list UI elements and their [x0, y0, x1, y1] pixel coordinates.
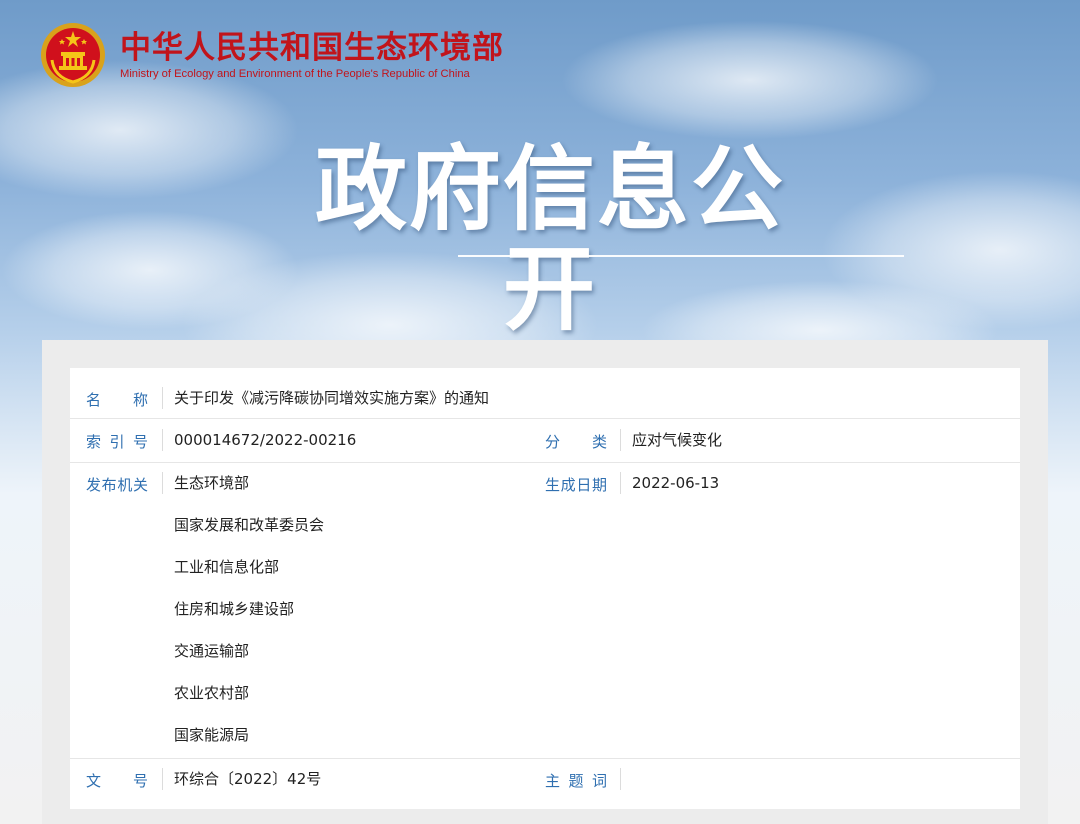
divider [620, 472, 621, 494]
info-row-index: 索引号 000014672/2022-00216 分 类 应对气候变化 [70, 419, 1020, 463]
issuer-item: 国家能源局 [174, 726, 250, 744]
name-value: 关于印发《减污降碳协同增效实施方案》的通知 [174, 389, 490, 407]
divider [162, 387, 163, 409]
divider [162, 768, 163, 790]
issuer-item: 生态环境部 [174, 474, 250, 492]
issuer-item: 工业和信息化部 [174, 558, 280, 576]
site-subtitle: Ministry of Ecology and Environment of t… [120, 68, 470, 80]
divider [162, 429, 163, 451]
name-label: 名 称 [86, 391, 148, 409]
category-label: 分 类 [545, 433, 607, 451]
doc-no-label: 文 号 [86, 772, 148, 790]
subject-label: 主题词 [545, 772, 607, 790]
date-value: 2022-06-13 [632, 474, 720, 492]
site-header: 中华人民共和国生态环境部 Ministry of Ecology and Env… [40, 18, 504, 92]
category-value: 应对气候变化 [632, 431, 723, 449]
issuer-item: 农业农村部 [174, 684, 250, 702]
index-value: 000014672/2022-00216 [174, 431, 357, 449]
site-title[interactable]: 中华人民共和国生态环境部 [120, 29, 504, 67]
issuer-label: 发布机关 [86, 476, 148, 494]
issuer-item: 国家发展和改革委员会 [174, 516, 325, 534]
banner-title: 政府信息公开 [314, 136, 785, 343]
divider [162, 472, 163, 494]
index-label: 索引号 [86, 433, 148, 451]
info-card: 名 称 关于印发《减污降碳协同增效实施方案》的通知 索引号 000014672/… [70, 368, 1020, 809]
issuer-item: 住房和城乡建设部 [174, 600, 295, 618]
date-label: 生成日期 [545, 476, 607, 494]
issuer-item: 交通运输部 [174, 642, 250, 660]
national-emblem-icon[interactable] [40, 22, 106, 88]
info-row-name: 名 称 关于印发《减污降碳协同增效实施方案》的通知 [70, 378, 1020, 419]
doc-no-value: 环综合〔2022〕42号 [174, 770, 322, 788]
divider [620, 429, 621, 451]
divider [620, 768, 621, 790]
banner-divider [458, 255, 904, 257]
info-row-docno: 文 号 环综合〔2022〕42号 主题词 [70, 759, 1020, 801]
info-row-issuer: 发布机关 生态环境部 国家发展和改革委员会 工业和信息化部 住房和城乡建设部 交… [70, 463, 1020, 759]
